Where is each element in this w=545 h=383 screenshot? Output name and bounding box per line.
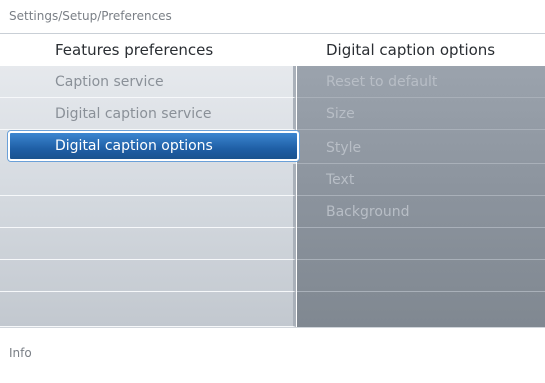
menu-item-empty[interactable]: [0, 164, 296, 196]
option-label: Reset to default: [326, 74, 438, 90]
menu-item-label: Digital caption options: [55, 138, 213, 154]
menu-item-caption-service[interactable]: Caption service: [0, 66, 296, 98]
option-label: Background: [326, 204, 410, 220]
menu-item-empty[interactable]: [0, 196, 296, 228]
option-background[interactable]: Background: [297, 196, 545, 228]
menu-item-label: Caption service: [55, 74, 164, 90]
menu-header: Features preferences Digital caption opt…: [0, 34, 545, 66]
option-label: Text: [326, 172, 355, 188]
option-text[interactable]: Text: [297, 164, 545, 196]
info-area: Info: [0, 327, 545, 383]
option-empty[interactable]: [297, 292, 545, 327]
option-reset-to-default[interactable]: Reset to default: [297, 66, 545, 98]
option-style[interactable]: Style: [297, 132, 545, 164]
menu-item-empty[interactable]: [0, 228, 296, 260]
breadcrumb: Settings/Setup/Preferences: [0, 0, 545, 33]
option-size[interactable]: Size: [297, 98, 545, 130]
right-panel-title: Digital caption options: [326, 41, 496, 59]
menu-item-digital-caption-options[interactable]: Digital caption options: [8, 131, 299, 161]
left-panel-title: Features preferences: [55, 41, 214, 59]
menu-item-label: Digital caption service: [55, 106, 212, 122]
option-empty[interactable]: [297, 228, 545, 260]
menu-item-digital-caption-service[interactable]: Digital caption service: [0, 98, 296, 130]
menu-item-empty[interactable]: [0, 260, 296, 292]
option-empty[interactable]: [297, 260, 545, 292]
option-label: Style: [326, 140, 362, 156]
menu-item-empty[interactable]: [0, 292, 296, 327]
info-label: Info: [9, 346, 32, 360]
option-label: Size: [326, 106, 355, 122]
